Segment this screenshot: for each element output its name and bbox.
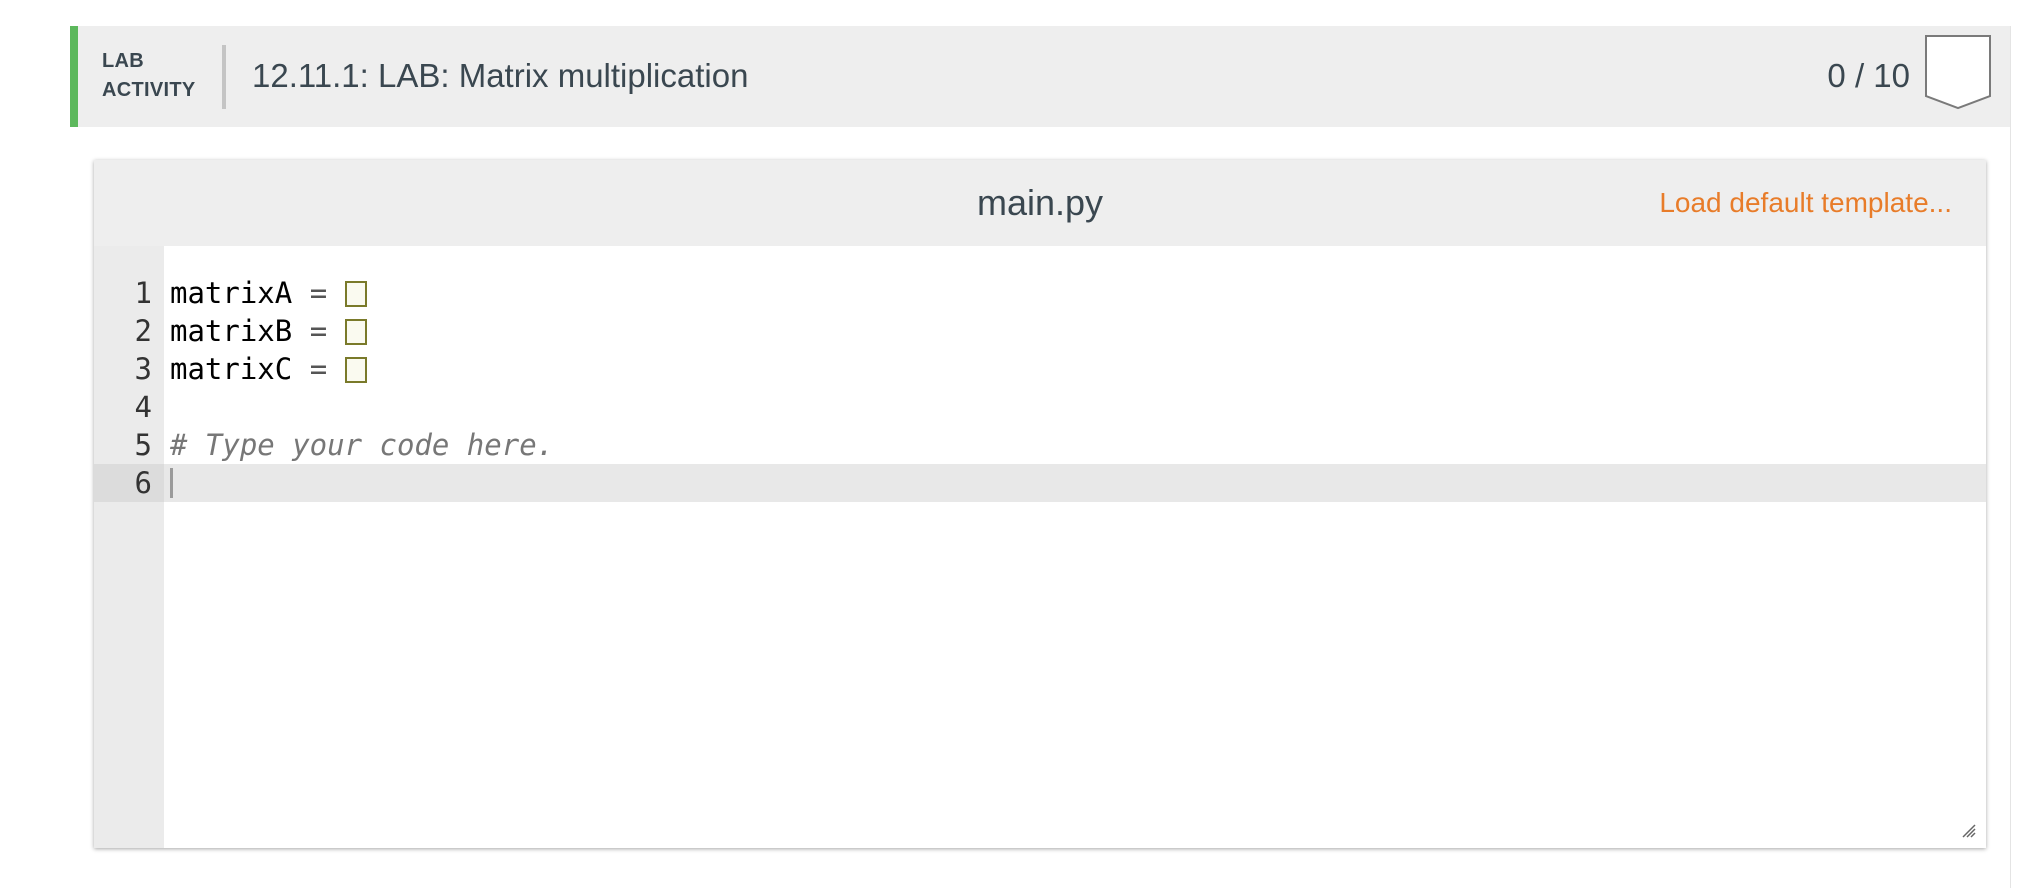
- text-cursor: [170, 468, 173, 498]
- resize-grip-icon[interactable]: [1960, 822, 1976, 838]
- lab-header: LAB ACTIVITY 12.11.1: LAB: Matrix multip…: [70, 26, 2010, 127]
- code-comment: # Type your code here.: [170, 428, 555, 462]
- lab-title: 12.11.1: LAB: Matrix multiplication: [252, 57, 749, 94]
- code-line-active[interactable]: 6: [94, 464, 1986, 502]
- line-number: 2: [134, 314, 152, 348]
- code-input-area[interactable]: 1 matrixA = 2 matrixB = 3 matrixC = 4 5 …: [94, 274, 1986, 502]
- empty-list-brackets: [344, 319, 367, 345]
- code-line[interactable]: 3 matrixC =: [94, 350, 1986, 388]
- line-number: 1: [134, 276, 152, 310]
- code-line[interactable]: 4: [94, 388, 1986, 426]
- code-line[interactable]: 1 matrixA =: [94, 274, 1986, 312]
- line-number: 6: [94, 464, 164, 502]
- line-number: 5: [134, 428, 152, 462]
- empty-list-brackets: [344, 357, 367, 383]
- code-line[interactable]: 5 # Type your code here.: [94, 426, 1986, 464]
- code-editor: main.py Load default template... 1 matri…: [94, 160, 1986, 848]
- code-line[interactable]: 2 matrixB =: [94, 312, 1986, 350]
- line-number: 3: [134, 352, 152, 386]
- line-number: 4: [134, 390, 152, 424]
- header-divider: [222, 45, 226, 109]
- code-text: matrixC =: [170, 350, 367, 388]
- bookmark-badge-icon: [1924, 34, 1992, 110]
- empty-list-brackets: [344, 281, 367, 307]
- editor-header: main.py Load default template...: [94, 160, 1986, 246]
- code-text: matrixB =: [170, 312, 367, 350]
- lab-score: 0 / 10: [1827, 57, 1910, 94]
- lab-activity-label: LAB ACTIVITY: [102, 47, 196, 105]
- lab-label-line2: ACTIVITY: [102, 79, 196, 101]
- load-default-template-link[interactable]: Load default template...: [1659, 186, 1952, 220]
- lab-activity: LAB ACTIVITY 12.11.1: LAB: Matrix multip…: [70, 26, 2011, 888]
- code-text: matrixA =: [170, 274, 367, 312]
- lab-label-line1: LAB: [102, 50, 145, 72]
